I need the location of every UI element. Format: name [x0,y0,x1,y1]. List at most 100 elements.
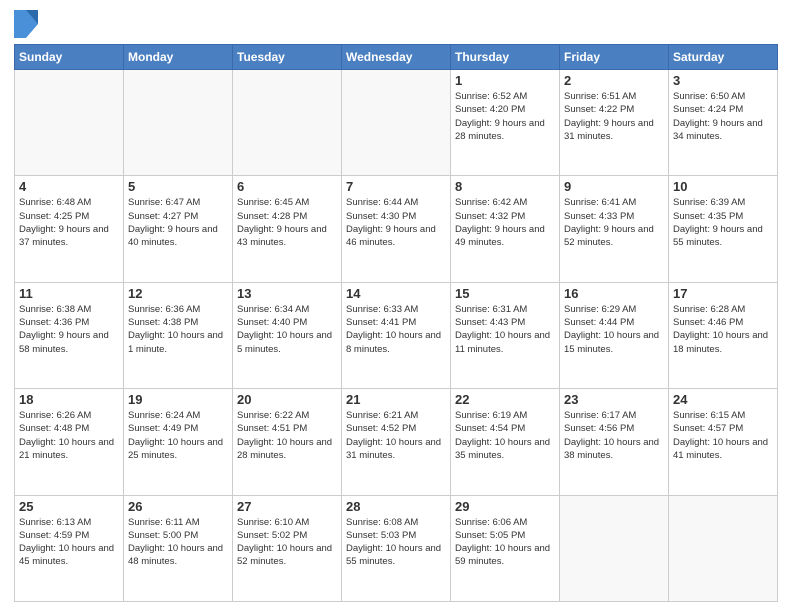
day-info: Sunrise: 6:45 AM Sunset: 4:28 PM Dayligh… [237,196,337,249]
day-number: 26 [128,499,228,514]
day-number: 11 [19,286,119,301]
calendar-header-friday: Friday [560,45,669,70]
calendar-header-monday: Monday [124,45,233,70]
day-info: Sunrise: 6:15 AM Sunset: 4:57 PM Dayligh… [673,409,773,462]
day-info: Sunrise: 6:34 AM Sunset: 4:40 PM Dayligh… [237,303,337,356]
day-info: Sunrise: 6:31 AM Sunset: 4:43 PM Dayligh… [455,303,555,356]
calendar-cell: 4 Sunrise: 6:48 AM Sunset: 4:25 PM Daylig… [15,176,124,282]
calendar-cell: 28 Sunrise: 6:08 AM Sunset: 5:03 PM Dayli… [342,495,451,601]
calendar-cell: 8Sunrise: 6:42 AM Sunset: 4:32 PM Daylig… [451,176,560,282]
calendar-cell: 24 Sunrise: 6:15 AM Sunset: 4:57 PM Dayli… [669,389,778,495]
calendar-cell: 15 Sunrise: 6:31 AM Sunset: 4:43 PM Dayli… [451,282,560,388]
calendar-cell [342,70,451,176]
day-number: 15 [455,286,555,301]
calendar-cell: 11 Sunrise: 6:38 AM Sunset: 4:36 PM Dayli… [15,282,124,388]
day-number: 14 [346,286,446,301]
day-info: Sunrise: 6:11 AM Sunset: 5:00 PM Dayligh… [128,516,228,569]
day-number: 29 [455,499,555,514]
calendar-cell: 18Sunrise: 6:26 AM Sunset: 4:48 PM Dayli… [15,389,124,495]
calendar-cell: 25Sunrise: 6:13 AM Sunset: 4:59 PM Dayli… [15,495,124,601]
calendar-header-saturday: Saturday [669,45,778,70]
day-info: Sunrise: 6:29 AM Sunset: 4:44 PM Dayligh… [564,303,664,356]
day-info: Sunrise: 6:10 AM Sunset: 5:02 PM Dayligh… [237,516,337,569]
day-number: 2 [564,73,664,88]
calendar-cell: 7 Sunrise: 6:44 AM Sunset: 4:30 PM Daylig… [342,176,451,282]
calendar-week-1: 4 Sunrise: 6:48 AM Sunset: 4:25 PM Daylig… [15,176,778,282]
logo-icon [14,10,38,38]
calendar-cell: 5 Sunrise: 6:47 AM Sunset: 4:27 PM Daylig… [124,176,233,282]
calendar-cell: 20 Sunrise: 6:22 AM Sunset: 4:51 PM Dayli… [233,389,342,495]
day-number: 28 [346,499,446,514]
day-info: Sunrise: 6:41 AM Sunset: 4:33 PM Dayligh… [564,196,664,249]
day-number: 5 [128,179,228,194]
day-number: 21 [346,392,446,407]
day-info: Sunrise: 6:36 AM Sunset: 4:38 PM Dayligh… [128,303,228,356]
logo [14,10,42,38]
calendar-cell: 23 Sunrise: 6:17 AM Sunset: 4:56 PM Dayli… [560,389,669,495]
day-number: 16 [564,286,664,301]
day-info: Sunrise: 6:17 AM Sunset: 4:56 PM Dayligh… [564,409,664,462]
day-number: 24 [673,392,773,407]
calendar-cell [233,70,342,176]
calendar-header-sunday: Sunday [15,45,124,70]
calendar-week-4: 25Sunrise: 6:13 AM Sunset: 4:59 PM Dayli… [15,495,778,601]
day-info: Sunrise: 6:47 AM Sunset: 4:27 PM Dayligh… [128,196,228,249]
day-number: 10 [673,179,773,194]
calendar-cell [560,495,669,601]
day-info: Sunrise: 6:24 AM Sunset: 4:49 PM Dayligh… [128,409,228,462]
calendar-cell [15,70,124,176]
day-number: 22 [455,392,555,407]
day-info: Sunrise: 6:06 AM Sunset: 5:05 PM Dayligh… [455,516,555,569]
day-number: 18 [19,392,119,407]
day-info: Sunrise: 6:39 AM Sunset: 4:35 PM Dayligh… [673,196,773,249]
calendar-cell: 16 Sunrise: 6:29 AM Sunset: 4:44 PM Dayli… [560,282,669,388]
calendar-cell: 6 Sunrise: 6:45 AM Sunset: 4:28 PM Daylig… [233,176,342,282]
calendar-cell: 1Sunrise: 6:52 AM Sunset: 4:20 PM Daylig… [451,70,560,176]
day-info: Sunrise: 6:19 AM Sunset: 4:54 PM Dayligh… [455,409,555,462]
calendar-cell: 21 Sunrise: 6:21 AM Sunset: 4:52 PM Dayli… [342,389,451,495]
calendar-cell: 3 Sunrise: 6:50 AM Sunset: 4:24 PM Daylig… [669,70,778,176]
day-info: Sunrise: 6:48 AM Sunset: 4:25 PM Dayligh… [19,196,119,249]
calendar-header-tuesday: Tuesday [233,45,342,70]
day-info: Sunrise: 6:22 AM Sunset: 4:51 PM Dayligh… [237,409,337,462]
day-number: 7 [346,179,446,194]
day-info: Sunrise: 6:44 AM Sunset: 4:30 PM Dayligh… [346,196,446,249]
calendar-cell: 29 Sunrise: 6:06 AM Sunset: 5:05 PM Dayli… [451,495,560,601]
calendar-header-thursday: Thursday [451,45,560,70]
day-info: Sunrise: 6:38 AM Sunset: 4:36 PM Dayligh… [19,303,119,356]
calendar-cell: 17 Sunrise: 6:28 AM Sunset: 4:46 PM Dayli… [669,282,778,388]
calendar-cell: 9Sunrise: 6:41 AM Sunset: 4:33 PM Daylig… [560,176,669,282]
calendar-cell: 13 Sunrise: 6:34 AM Sunset: 4:40 PM Dayli… [233,282,342,388]
day-number: 25 [19,499,119,514]
calendar-week-0: 1Sunrise: 6:52 AM Sunset: 4:20 PM Daylig… [15,70,778,176]
day-number: 20 [237,392,337,407]
day-number: 3 [673,73,773,88]
day-info: Sunrise: 6:51 AM Sunset: 4:22 PM Dayligh… [564,90,664,143]
calendar-cell: 22 Sunrise: 6:19 AM Sunset: 4:54 PM Dayli… [451,389,560,495]
calendar-cell: 12 Sunrise: 6:36 AM Sunset: 4:38 PM Dayli… [124,282,233,388]
calendar-cell: 27 Sunrise: 6:10 AM Sunset: 5:02 PM Dayli… [233,495,342,601]
page: SundayMondayTuesdayWednesdayThursdayFrid… [0,0,792,612]
day-number: 13 [237,286,337,301]
day-number: 27 [237,499,337,514]
calendar-table: SundayMondayTuesdayWednesdayThursdayFrid… [14,44,778,602]
day-number: 6 [237,179,337,194]
calendar-header-row: SundayMondayTuesdayWednesdayThursdayFrid… [15,45,778,70]
day-number: 17 [673,286,773,301]
calendar-cell: 2 Sunrise: 6:51 AM Sunset: 4:22 PM Daylig… [560,70,669,176]
header [14,10,778,38]
calendar-cell [124,70,233,176]
day-number: 4 [19,179,119,194]
day-number: 19 [128,392,228,407]
day-number: 23 [564,392,664,407]
day-info: Sunrise: 6:28 AM Sunset: 4:46 PM Dayligh… [673,303,773,356]
day-number: 8 [455,179,555,194]
day-info: Sunrise: 6:21 AM Sunset: 4:52 PM Dayligh… [346,409,446,462]
day-info: Sunrise: 6:50 AM Sunset: 4:24 PM Dayligh… [673,90,773,143]
calendar-week-3: 18Sunrise: 6:26 AM Sunset: 4:48 PM Dayli… [15,389,778,495]
calendar-cell: 26 Sunrise: 6:11 AM Sunset: 5:00 PM Dayli… [124,495,233,601]
calendar-cell [669,495,778,601]
calendar-cell: 10 Sunrise: 6:39 AM Sunset: 4:35 PM Dayli… [669,176,778,282]
day-info: Sunrise: 6:08 AM Sunset: 5:03 PM Dayligh… [346,516,446,569]
day-number: 12 [128,286,228,301]
